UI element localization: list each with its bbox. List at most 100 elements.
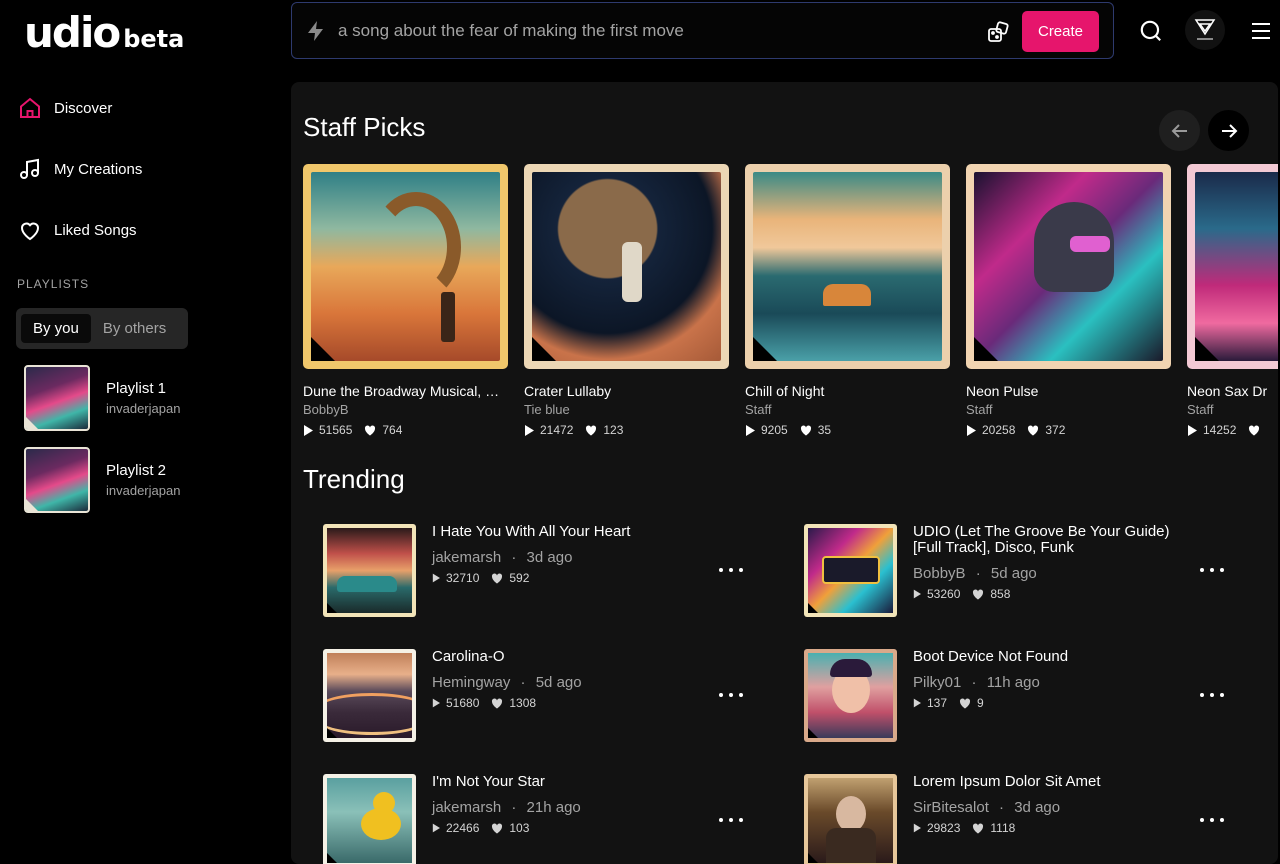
heart-icon [492, 823, 503, 833]
tab-by-others[interactable]: By others [91, 314, 178, 343]
carousel-prev-button[interactable] [1159, 110, 1200, 151]
trending-item[interactable]: I'm Not Your Star jakemarsh · 21h ago 22… [323, 774, 783, 864]
song-artist[interactable]: Staff [966, 402, 1171, 417]
trending-item[interactable]: Carolina-O Hemingway · 5d ago 51680 1308 [323, 649, 783, 742]
like-count: 764 [382, 423, 403, 437]
like-count: 1118 [990, 821, 1016, 835]
playlist-owner: invaderjapan [106, 401, 181, 416]
song-age: 5d ago [990, 565, 1037, 582]
song-title[interactable]: Boot Device Not Found [913, 649, 1183, 665]
song-title[interactable]: Lorem Ipsum Dolor Sit Amet [913, 774, 1183, 790]
like-count: 123 [603, 423, 624, 437]
song-title[interactable]: Dune the Broadway Musical, Sh... [303, 383, 508, 399]
lightning-icon[interactable] [304, 19, 328, 43]
song-age: 3d ago [1014, 799, 1061, 816]
song-artist[interactable]: Staff [745, 402, 950, 417]
play-count: 53260 [927, 587, 961, 601]
search-icon[interactable] [1138, 18, 1164, 44]
song-meta: BobbyB · 5d ago [913, 565, 1037, 582]
hamburger-menu-icon[interactable] [1250, 20, 1272, 42]
tab-by-you[interactable]: By you [21, 314, 91, 343]
play-icon [913, 823, 921, 833]
song-artist[interactable]: Staff [1187, 402, 1278, 417]
nav-liked-songs[interactable]: Liked Songs [16, 212, 137, 248]
play-count: 22466 [446, 821, 480, 835]
play-count: 137 [927, 696, 948, 710]
song-artist[interactable]: jakemarsh [432, 549, 501, 566]
song-cover [524, 164, 729, 369]
more-options-button[interactable] [1200, 560, 1224, 580]
playlist-item[interactable]: Playlist 1 invaderjapan [24, 365, 274, 431]
song-title[interactable]: UDIO (Let The Groove Be Your Guide) [Ful… [913, 524, 1183, 556]
nav-discover[interactable]: Discover [16, 90, 112, 126]
staff-pick-card[interactable]: Chill of Night Staff 9205 35 [745, 164, 950, 437]
heart-icon [973, 823, 984, 833]
song-title[interactable]: Crater Lullaby [524, 383, 729, 399]
heart-icon [1028, 425, 1039, 435]
song-cover [804, 774, 897, 864]
song-stats: 22466 103 [432, 821, 541, 835]
heart-icon [586, 425, 597, 435]
song-cover [804, 649, 897, 742]
heart-icon [16, 216, 44, 244]
staff-pick-card[interactable]: Crater Lullaby Tie blue 21472 123 [524, 164, 729, 437]
trending-item[interactable]: UDIO (Let The Groove Be Your Guide) [Ful… [804, 524, 1264, 617]
song-title[interactable]: Carolina-O [432, 649, 702, 665]
song-cover [966, 164, 1171, 369]
more-options-button[interactable] [719, 810, 743, 830]
song-artist[interactable]: Tie blue [524, 402, 729, 417]
carousel-next-button[interactable] [1208, 110, 1249, 151]
like-count: 35 [817, 423, 832, 437]
heart-icon [959, 698, 971, 708]
playlists-heading: PLAYLISTS [17, 277, 90, 291]
song-title[interactable]: Neon Sax Dr [1187, 383, 1278, 399]
prompt-input[interactable] [338, 19, 958, 43]
play-icon [432, 573, 440, 583]
staff-pick-card[interactable]: Dune the Broadway Musical, Sh... BobbyB … [303, 164, 508, 437]
user-avatar[interactable] [1185, 10, 1225, 50]
song-cover [323, 649, 416, 742]
more-options-button[interactable] [719, 685, 743, 705]
song-cover [804, 524, 897, 617]
trending-item[interactable]: Boot Device Not Found Pilky01 · 11h ago … [804, 649, 1264, 742]
more-options-button[interactable] [1200, 685, 1224, 705]
play-icon [304, 424, 313, 436]
trending-item[interactable]: I Hate You With All Your Heart jakemarsh… [323, 524, 783, 617]
song-title[interactable]: Chill of Night [745, 383, 950, 399]
play-count: 14252 [1203, 423, 1237, 437]
song-cover [303, 164, 508, 369]
like-count: 372 [1045, 423, 1066, 437]
song-artist[interactable]: BobbyB [303, 402, 508, 417]
main-panel: Staff Picks Dune the Broadway Musical, S… [291, 82, 1278, 864]
random-prompt-icon[interactable] [986, 20, 1010, 44]
song-title[interactable]: Neon Pulse [966, 383, 1171, 399]
song-stats: 51680 1308 [432, 696, 548, 710]
sidebar: udio beta Discover My Creations Liked So… [0, 0, 290, 864]
song-artist[interactable]: jakemarsh [432, 799, 501, 816]
song-artist[interactable]: Pilky01 [913, 674, 961, 691]
music-note-icon [16, 155, 44, 183]
song-artist[interactable]: Hemingway [432, 674, 510, 691]
udio-logo[interactable]: udio beta [24, 8, 184, 57]
playlist-cover [24, 365, 90, 431]
staff-pick-card[interactable]: Neon Sax Dr Staff 14252 [1187, 164, 1278, 437]
song-title[interactable]: I Hate You With All Your Heart [432, 524, 702, 540]
heart-icon [365, 425, 376, 435]
song-artist[interactable]: SirBitesalot [913, 799, 989, 816]
trending-item[interactable]: Lorem Ipsum Dolor Sit Amet SirBitesalot … [804, 774, 1264, 864]
song-cover [745, 164, 950, 369]
song-title[interactable]: I'm Not Your Star [432, 774, 702, 790]
create-button[interactable]: Create [1022, 11, 1099, 52]
staff-pick-card[interactable]: Neon Pulse Staff 20258 372 [966, 164, 1171, 437]
playlist-item[interactable]: Playlist 2 invaderjapan [24, 447, 274, 513]
more-options-button[interactable] [719, 560, 743, 580]
play-icon [432, 698, 440, 708]
more-options-button[interactable] [1200, 810, 1224, 830]
play-icon [913, 589, 921, 599]
like-count: 103 [509, 821, 530, 835]
song-artist[interactable]: BobbyB [913, 565, 966, 582]
song-meta: Hemingway · 5d ago [432, 674, 582, 691]
heart-icon [492, 573, 503, 583]
nav-my-creations[interactable]: My Creations [16, 151, 142, 187]
play-count: 51565 [319, 423, 353, 437]
